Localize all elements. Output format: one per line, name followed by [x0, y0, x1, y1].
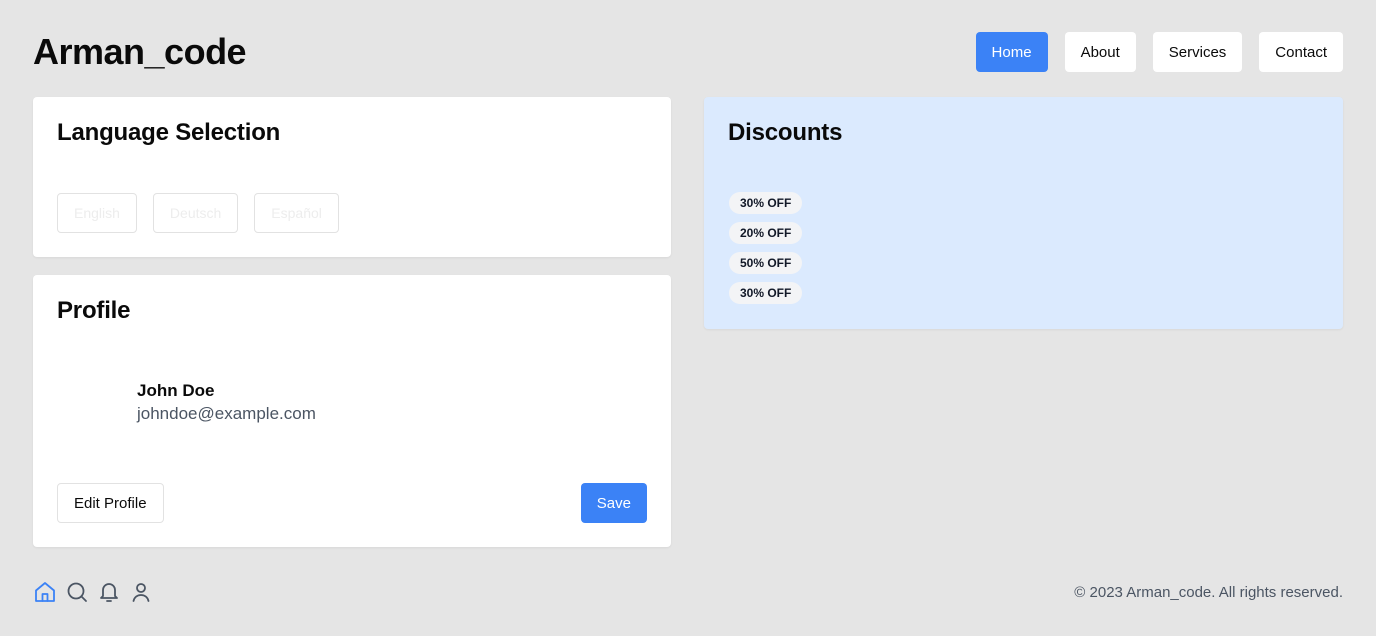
bell-icon[interactable]	[97, 580, 121, 604]
discount-badge: 20% OFF	[729, 222, 803, 244]
profile-info: John Doe johndoe@example.com	[137, 380, 316, 426]
language-espanol-button[interactable]: Español	[254, 193, 339, 233]
nav-home-button[interactable]: Home	[975, 32, 1048, 72]
nav-services-button[interactable]: Services	[1152, 32, 1243, 72]
language-english-button[interactable]: English	[57, 193, 137, 233]
copyright-text: © 2023 Arman_code. All rights reserved.	[1074, 583, 1343, 601]
search-icon[interactable]	[65, 580, 89, 604]
language-deutsch-button[interactable]: Deutsch	[152, 193, 239, 233]
language-options: English Deutsch Español	[57, 193, 339, 233]
discount-badge: 50% OFF	[729, 252, 803, 274]
discounts-card: Discounts 30% OFF 20% OFF 50% OFF 30% OF…	[704, 97, 1343, 329]
language-selection-title: Language Selection	[57, 119, 281, 146]
page: Arman_code Home About Services Contact L…	[0, 0, 1376, 636]
profile-name: John Doe	[137, 381, 215, 400]
footer: © 2023 Arman_code. All rights reserved.	[33, 576, 1343, 608]
top-nav: Home About Services Contact	[975, 32, 1343, 72]
header: Arman_code Home About Services Contact	[33, 32, 1343, 72]
footer-icons	[33, 580, 153, 604]
profile-title: Profile	[57, 297, 131, 324]
profile-card: Profile John Doe johndoe@example.com Edi…	[33, 275, 671, 547]
nav-about-button[interactable]: About	[1064, 32, 1136, 72]
home-icon[interactable]	[33, 580, 57, 604]
save-button[interactable]: Save	[580, 483, 647, 523]
discount-badge: 30% OFF	[729, 192, 803, 214]
discounts-title: Discounts	[728, 119, 843, 146]
profile-email: johndoe@example.com	[137, 404, 316, 423]
edit-profile-button[interactable]: Edit Profile	[57, 483, 164, 523]
nav-contact-button[interactable]: Contact	[1259, 32, 1343, 72]
user-icon[interactable]	[129, 580, 153, 604]
brand-title: Arman_code	[33, 31, 247, 72]
language-selection-card: Language Selection English Deutsch Españ…	[33, 97, 671, 257]
discount-badge: 30% OFF	[729, 282, 803, 304]
discount-badges: 30% OFF 20% OFF 50% OFF 30% OFF	[729, 192, 803, 304]
